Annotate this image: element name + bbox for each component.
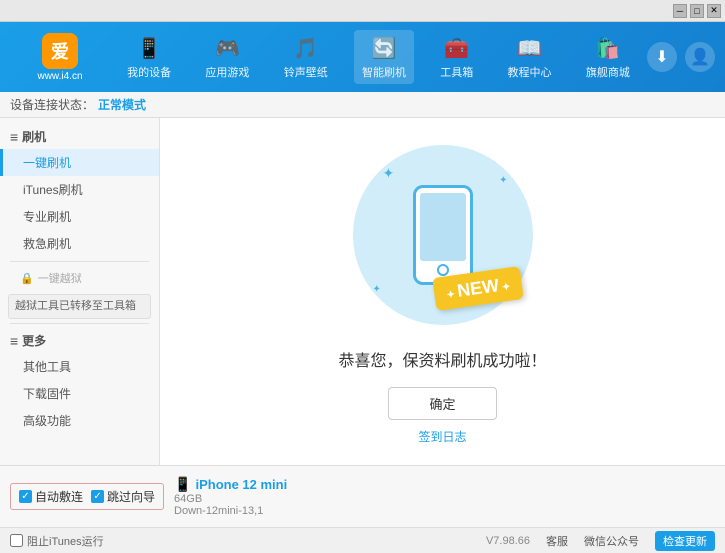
status-bar: 设备连接状态： 正常模式 xyxy=(0,92,725,118)
toolbox-icon: 🧰 xyxy=(443,34,471,62)
ringtone-icon: 🎵 xyxy=(292,34,320,62)
logo-icon: 爱 xyxy=(42,33,78,69)
version-text: V7.98.66 xyxy=(486,535,530,547)
phone-circle: ✦ ✦ ✦ NEW xyxy=(353,145,533,325)
jailbreak-notice: 越狱工具已转移至工具箱 xyxy=(8,294,151,319)
nav-flagship[interactable]: 🛍️ 旗舰商城 xyxy=(578,30,638,84)
status-label: 设备连接状态： xyxy=(10,96,94,113)
sidebar-item-one-key-flash[interactable]: 一键刷机 xyxy=(0,149,159,176)
sidebar: ≡ 刷机 一键刷机 iTunes刷机 专业刷机 救急刷机 🔒 一键越狱 xyxy=(0,118,160,465)
nav-tutorial[interactable]: 📖 教程中心 xyxy=(500,30,560,84)
sidebar-item-save-flash[interactable]: 救急刷机 xyxy=(0,230,159,257)
nav-smart-flash-label: 智能刷机 xyxy=(362,64,406,80)
sidebar-item-download-firmware[interactable]: 下载固件 xyxy=(0,380,159,407)
footer-right: V7.98.66 客服 微信公众号 检查更新 xyxy=(486,531,715,551)
logo-url: www.i4.cn xyxy=(37,71,82,82)
app-game-icon: 🎮 xyxy=(213,34,241,62)
nav-ringtone-label: 铃声壁纸 xyxy=(284,64,328,80)
logo-area: 爱 www.i4.cn xyxy=(10,33,110,82)
device-info: 📱 iPhone 12 mini 64GB Down-12mini-13,1 xyxy=(174,476,287,517)
device-bar: 自动敷连 跳过向导 📱 iPhone 12 mini 64GB Down-12m… xyxy=(0,465,725,527)
auto-connect-checkbox[interactable]: 自动敷连 xyxy=(19,488,83,505)
download-button[interactable]: ⬇ xyxy=(647,42,677,72)
nav-flagship-label: 旗舰商城 xyxy=(586,64,630,80)
nav-my-device[interactable]: 📱 我的设备 xyxy=(119,30,179,84)
star-1: ✦ xyxy=(383,165,395,182)
nav-toolbox[interactable]: 🧰 工具箱 xyxy=(432,30,481,84)
star-2: ✦ xyxy=(499,175,507,186)
star-3: ✦ xyxy=(373,284,381,295)
window-controls[interactable]: ─ □ ✕ xyxy=(673,4,721,18)
sidebar-section-more-title: ≡ 更多 xyxy=(0,328,159,353)
device-name: 📱 iPhone 12 mini xyxy=(174,476,287,493)
sidebar-section-flash: ≡ 刷机 一键刷机 iTunes刷机 专业刷机 救急刷机 xyxy=(0,124,159,257)
sidebar-section-jailbreak: 🔒 一键越狱 越狱工具已转移至工具箱 xyxy=(0,266,159,319)
skip-wizard-checkbox[interactable]: 跳过向导 xyxy=(91,488,155,505)
auto-connect-check-icon xyxy=(19,490,32,503)
minimize-button[interactable]: ─ xyxy=(673,4,687,18)
footer: 阻止iTunes运行 V7.98.66 客服 微信公众号 检查更新 xyxy=(0,527,725,553)
device-storage: 64GB xyxy=(174,493,287,505)
wechat-public-link[interactable]: 微信公众号 xyxy=(584,533,639,549)
footer-left: 阻止iTunes运行 xyxy=(10,533,104,549)
header-right: ⬇ 👤 xyxy=(647,42,715,72)
status-mode: 正常模式 xyxy=(98,96,146,113)
section-more-icon: ≡ xyxy=(10,333,18,349)
sidebar-jailbreak-title: 🔒 一键越狱 xyxy=(0,266,159,290)
nav-tutorial-label: 教程中心 xyxy=(508,64,552,80)
nav-toolbox-label: 工具箱 xyxy=(440,64,473,80)
user-button[interactable]: 👤 xyxy=(685,42,715,72)
divider-1 xyxy=(10,261,149,262)
content-area: ✦ ✦ ✦ NEW 恭喜您，保资料刷机成功啦！ 确定 签到日志 xyxy=(160,118,725,465)
close-button[interactable]: ✕ xyxy=(707,4,721,18)
nav-smart-flash[interactable]: 🔄 智能刷机 xyxy=(354,30,414,84)
phone-home-button xyxy=(437,264,449,276)
nav-bar: 📱 我的设备 🎮 应用游戏 🎵 铃声壁纸 🔄 智能刷机 🧰 工具箱 📖 教程中心… xyxy=(110,30,647,84)
divider-2 xyxy=(10,323,149,324)
maximize-button[interactable]: □ xyxy=(690,4,704,18)
section-flash-label: 刷机 xyxy=(22,128,46,145)
customer-service-link[interactable]: 客服 xyxy=(546,533,568,549)
check-update-button[interactable]: 检查更新 xyxy=(655,531,715,551)
sidebar-section-flash-title: ≡ 刷机 xyxy=(0,124,159,149)
nav-my-device-label: 我的设备 xyxy=(127,64,171,80)
success-illustration: ✦ ✦ ✦ NEW xyxy=(343,138,543,331)
sidebar-item-advanced[interactable]: 高级功能 xyxy=(0,407,159,434)
success-text: 恭喜您，保资料刷机成功啦！ xyxy=(338,347,546,371)
device-firmware: Down-12mini-13,1 xyxy=(174,505,287,517)
sidebar-item-pro-flash[interactable]: 专业刷机 xyxy=(0,203,159,230)
lock-icon: 🔒 xyxy=(20,272,34,285)
block-itunes-label: 阻止iTunes运行 xyxy=(27,533,104,549)
phone-shape xyxy=(413,185,473,285)
confirm-button[interactable]: 确定 xyxy=(388,387,496,420)
my-device-icon: 📱 xyxy=(135,34,163,62)
smart-flash-icon: 🔄 xyxy=(370,34,398,62)
sidebar-item-other-tools[interactable]: 其他工具 xyxy=(0,353,159,380)
sidebar-item-itunes-flash[interactable]: iTunes刷机 xyxy=(0,176,159,203)
header: 爱 www.i4.cn 📱 我的设备 🎮 应用游戏 🎵 铃声壁纸 🔄 智能刷机 … xyxy=(0,22,725,92)
section-flash-icon: ≡ xyxy=(10,129,18,145)
nav-app-game[interactable]: 🎮 应用游戏 xyxy=(197,30,257,84)
daily-link[interactable]: 签到日志 xyxy=(418,428,466,445)
skip-wizard-check-icon xyxy=(91,490,104,503)
checkbox-area: 自动敷连 跳过向导 xyxy=(10,483,164,510)
sidebar-section-more: ≡ 更多 其他工具 下载固件 高级功能 xyxy=(0,328,159,434)
tutorial-icon: 📖 xyxy=(516,34,544,62)
flagship-icon: 🛍️ xyxy=(594,34,622,62)
nav-app-game-label: 应用游戏 xyxy=(205,64,249,80)
phone-screen xyxy=(420,193,466,261)
phone-mini-icon: 📱 xyxy=(174,476,191,493)
title-bar: ─ □ ✕ xyxy=(0,0,725,22)
nav-ringtone[interactable]: 🎵 铃声壁纸 xyxy=(276,30,336,84)
block-itunes-checkbox[interactable] xyxy=(10,534,23,547)
main-layout: ≡ 刷机 一键刷机 iTunes刷机 专业刷机 救急刷机 🔒 一键越狱 xyxy=(0,118,725,465)
